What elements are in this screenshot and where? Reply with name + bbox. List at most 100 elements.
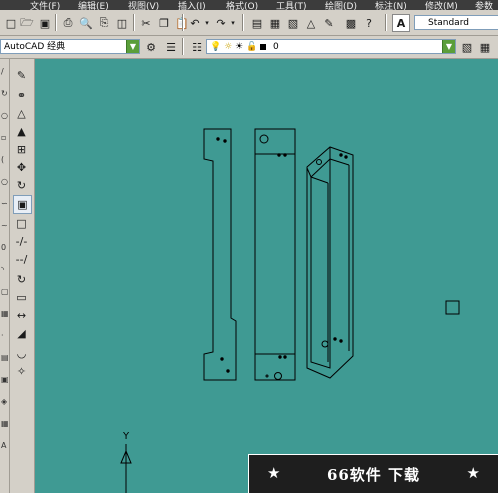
draw-toolbar: / ↻ ○ ▫ ( ○ ∽ ~ 0 ◝ ▢ ▦ · ▤ ▣ ◈ ▦ A — [0, 59, 10, 493]
make-block-icon[interactable]: ▦ — [1, 309, 9, 319]
layer-current-value: 0 — [272, 42, 279, 52]
help-icon[interactable]: ? — [360, 14, 378, 32]
menu-format[interactable]: 格式(O) — [226, 0, 258, 10]
save-icon[interactable]: ▣ — [36, 14, 54, 32]
polygon-icon[interactable]: ○ — [1, 111, 8, 121]
fillet-icon[interactable]: ◡ — [13, 345, 30, 362]
ellipse-arc-icon[interactable]: ◝ — [1, 265, 8, 275]
menu-bar: 文件(F) 编辑(E) 视图(V) 插入(I) 格式(O) 工具(T) 绘图(D… — [0, 0, 498, 10]
menu-dimension[interactable]: 标注(N) — [375, 0, 407, 10]
separator — [55, 14, 57, 31]
design-center-icon[interactable]: ▦ — [266, 14, 284, 32]
menu-view[interactable]: 视图(V) — [128, 0, 159, 10]
star-icon: ★ — [466, 464, 480, 482]
array-icon[interactable]: ⊞ — [13, 141, 30, 158]
gradient-icon[interactable]: ▣ — [1, 375, 9, 385]
stretch-icon[interactable]: □ — [13, 215, 30, 232]
rotate-icon[interactable]: ↻ — [13, 177, 30, 194]
line-icon[interactable]: / — [1, 67, 8, 77]
insert-block-icon[interactable]: ▢ — [1, 287, 9, 297]
mtext-icon[interactable]: A — [1, 441, 8, 451]
properties-icon[interactable]: ▤ — [248, 14, 266, 32]
modify-toolbar: ✎ ⚭ △ ▲ ⊞ ✥ ↻ ▣ □ -/- --/ ↻ ▭ ↔ ◢ ◡ ✧ — [10, 59, 35, 493]
layer-viewport-icon: ☀ — [235, 42, 244, 52]
make-current-layer-icon[interactable]: ▧ — [458, 38, 476, 56]
layer-previous-icon[interactable]: ▦ — [476, 38, 494, 56]
menu-file[interactable]: 文件(F) — [30, 0, 60, 10]
separator — [182, 14, 184, 31]
layer-on-icon: 💡 — [210, 42, 222, 52]
menu-insert[interactable]: 插入(I) — [178, 0, 206, 10]
drawing-canvas[interactable]: Y — [35, 59, 498, 493]
menu-parameter[interactable]: 参数 — [475, 0, 493, 10]
layer-color-swatch — [260, 43, 267, 50]
chevron-down-icon[interactable]: ▾ — [228, 14, 238, 32]
move-icon[interactable]: ✥ — [13, 159, 30, 176]
layer-thaw-icon: ☼ — [224, 42, 233, 52]
separator — [133, 14, 135, 31]
point-icon[interactable]: · — [1, 331, 8, 341]
erase-icon[interactable]: ✎ — [13, 67, 30, 84]
publish-icon[interactable]: ⎘ — [95, 14, 113, 32]
spline-icon[interactable]: ~ — [1, 221, 8, 231]
separator — [385, 14, 387, 31]
extend-icon[interactable]: --/ — [13, 251, 30, 268]
workspace-layer-toolbar: AutoCAD 经典 ▼ ⚙ ☰ ☷ 💡 ☼ ☀ 🔓 0 ▼ ▧ ▦ — [0, 36, 498, 59]
standard-toolbar: □ 🗁 ▣ ⎙ 🔍 ⎘ ◫ ✂ ❐ 📋 ↶ ▾ ↷ ▾ ▤ ▦ ▧ △ ✎ ▩ … — [0, 10, 498, 36]
print-icon[interactable]: ⎙ — [59, 14, 77, 32]
ellipse-icon[interactable]: 0 — [1, 243, 8, 253]
table-icon[interactable]: ▦ — [1, 419, 9, 429]
markup-icon[interactable]: ✎ — [320, 14, 338, 32]
open-icon[interactable]: 🗁 — [18, 14, 36, 32]
tool-palette-icon[interactable]: ▧ — [284, 14, 302, 32]
menu-modify[interactable]: 修改(M) — [425, 0, 458, 10]
workspace-value: AutoCAD 经典 — [4, 42, 66, 52]
offset-icon[interactable]: ▲ — [13, 123, 30, 140]
text-style-combo[interactable]: Standard — [414, 15, 498, 30]
menu-draw[interactable]: 绘图(D) — [325, 0, 357, 10]
hatch-icon[interactable]: ▤ — [1, 353, 9, 363]
trim-icon[interactable]: -/- — [13, 233, 30, 250]
plate-part-middle[interactable] — [254, 128, 296, 381]
watermark-banner: ★ 66软件 下载 ★ — [248, 454, 498, 493]
ucs-icon — [120, 444, 132, 493]
chevron-down-icon[interactable]: ▼ — [442, 40, 455, 53]
plot-icon[interactable]: ◫ — [113, 14, 131, 32]
text-style-value: Standard — [428, 18, 469, 28]
box-part-right[interactable] — [306, 146, 354, 379]
region-icon[interactable]: ◈ — [1, 397, 8, 407]
chevron-down-icon[interactable]: ▼ — [126, 40, 139, 53]
explode-icon[interactable]: ✧ — [13, 363, 30, 380]
break-at-point-icon[interactable]: ↻ — [13, 271, 30, 288]
break-icon[interactable]: ▭ — [13, 289, 30, 306]
ucs-y-label: Y — [123, 431, 130, 442]
preview-icon[interactable]: 🔍 — [77, 14, 95, 32]
rectangle-icon[interactable]: ▫ — [1, 133, 8, 143]
calculator-icon[interactable]: ▩ — [342, 14, 360, 32]
copy-object-icon[interactable]: ⚭ — [13, 87, 30, 104]
mirror-icon[interactable]: △ — [13, 105, 30, 122]
workspace-settings-icon[interactable]: ⚙ — [142, 38, 160, 56]
drawing-svg — [120, 128, 460, 493]
polyline-icon[interactable]: ↻ — [1, 89, 8, 99]
menu-tools[interactable]: 工具(T) — [276, 0, 307, 10]
workspace-combo[interactable]: AutoCAD 经典 ▼ — [0, 39, 140, 54]
join-icon[interactable]: ↔ — [13, 307, 30, 324]
layer-manager-icon[interactable]: ☷ — [188, 38, 206, 56]
sheet-set-icon[interactable]: △ — [302, 14, 320, 32]
arc-icon[interactable]: ( — [1, 155, 8, 165]
bracket-part-left[interactable] — [203, 128, 237, 381]
copy-icon[interactable]: ❐ — [155, 14, 173, 32]
text-style-icon[interactable]: A — [392, 14, 410, 32]
layer-combo[interactable]: 💡 ☼ ☀ 🔓 0 ▼ — [206, 39, 456, 54]
chevron-down-icon[interactable]: ▾ — [202, 14, 212, 32]
circle-icon[interactable]: ○ — [1, 177, 8, 187]
cut-icon[interactable]: ✂ — [137, 14, 155, 32]
scale-icon[interactable]: ▣ — [13, 195, 32, 214]
revcloud-icon[interactable]: ∽ — [1, 199, 8, 209]
layer-lock-icon: 🔓 — [246, 42, 258, 52]
menu-edit[interactable]: 编辑(E) — [78, 0, 109, 10]
separator — [242, 14, 244, 31]
workspace-menu-icon[interactable]: ☰ — [162, 38, 180, 56]
chamfer-icon[interactable]: ◢ — [13, 325, 30, 342]
